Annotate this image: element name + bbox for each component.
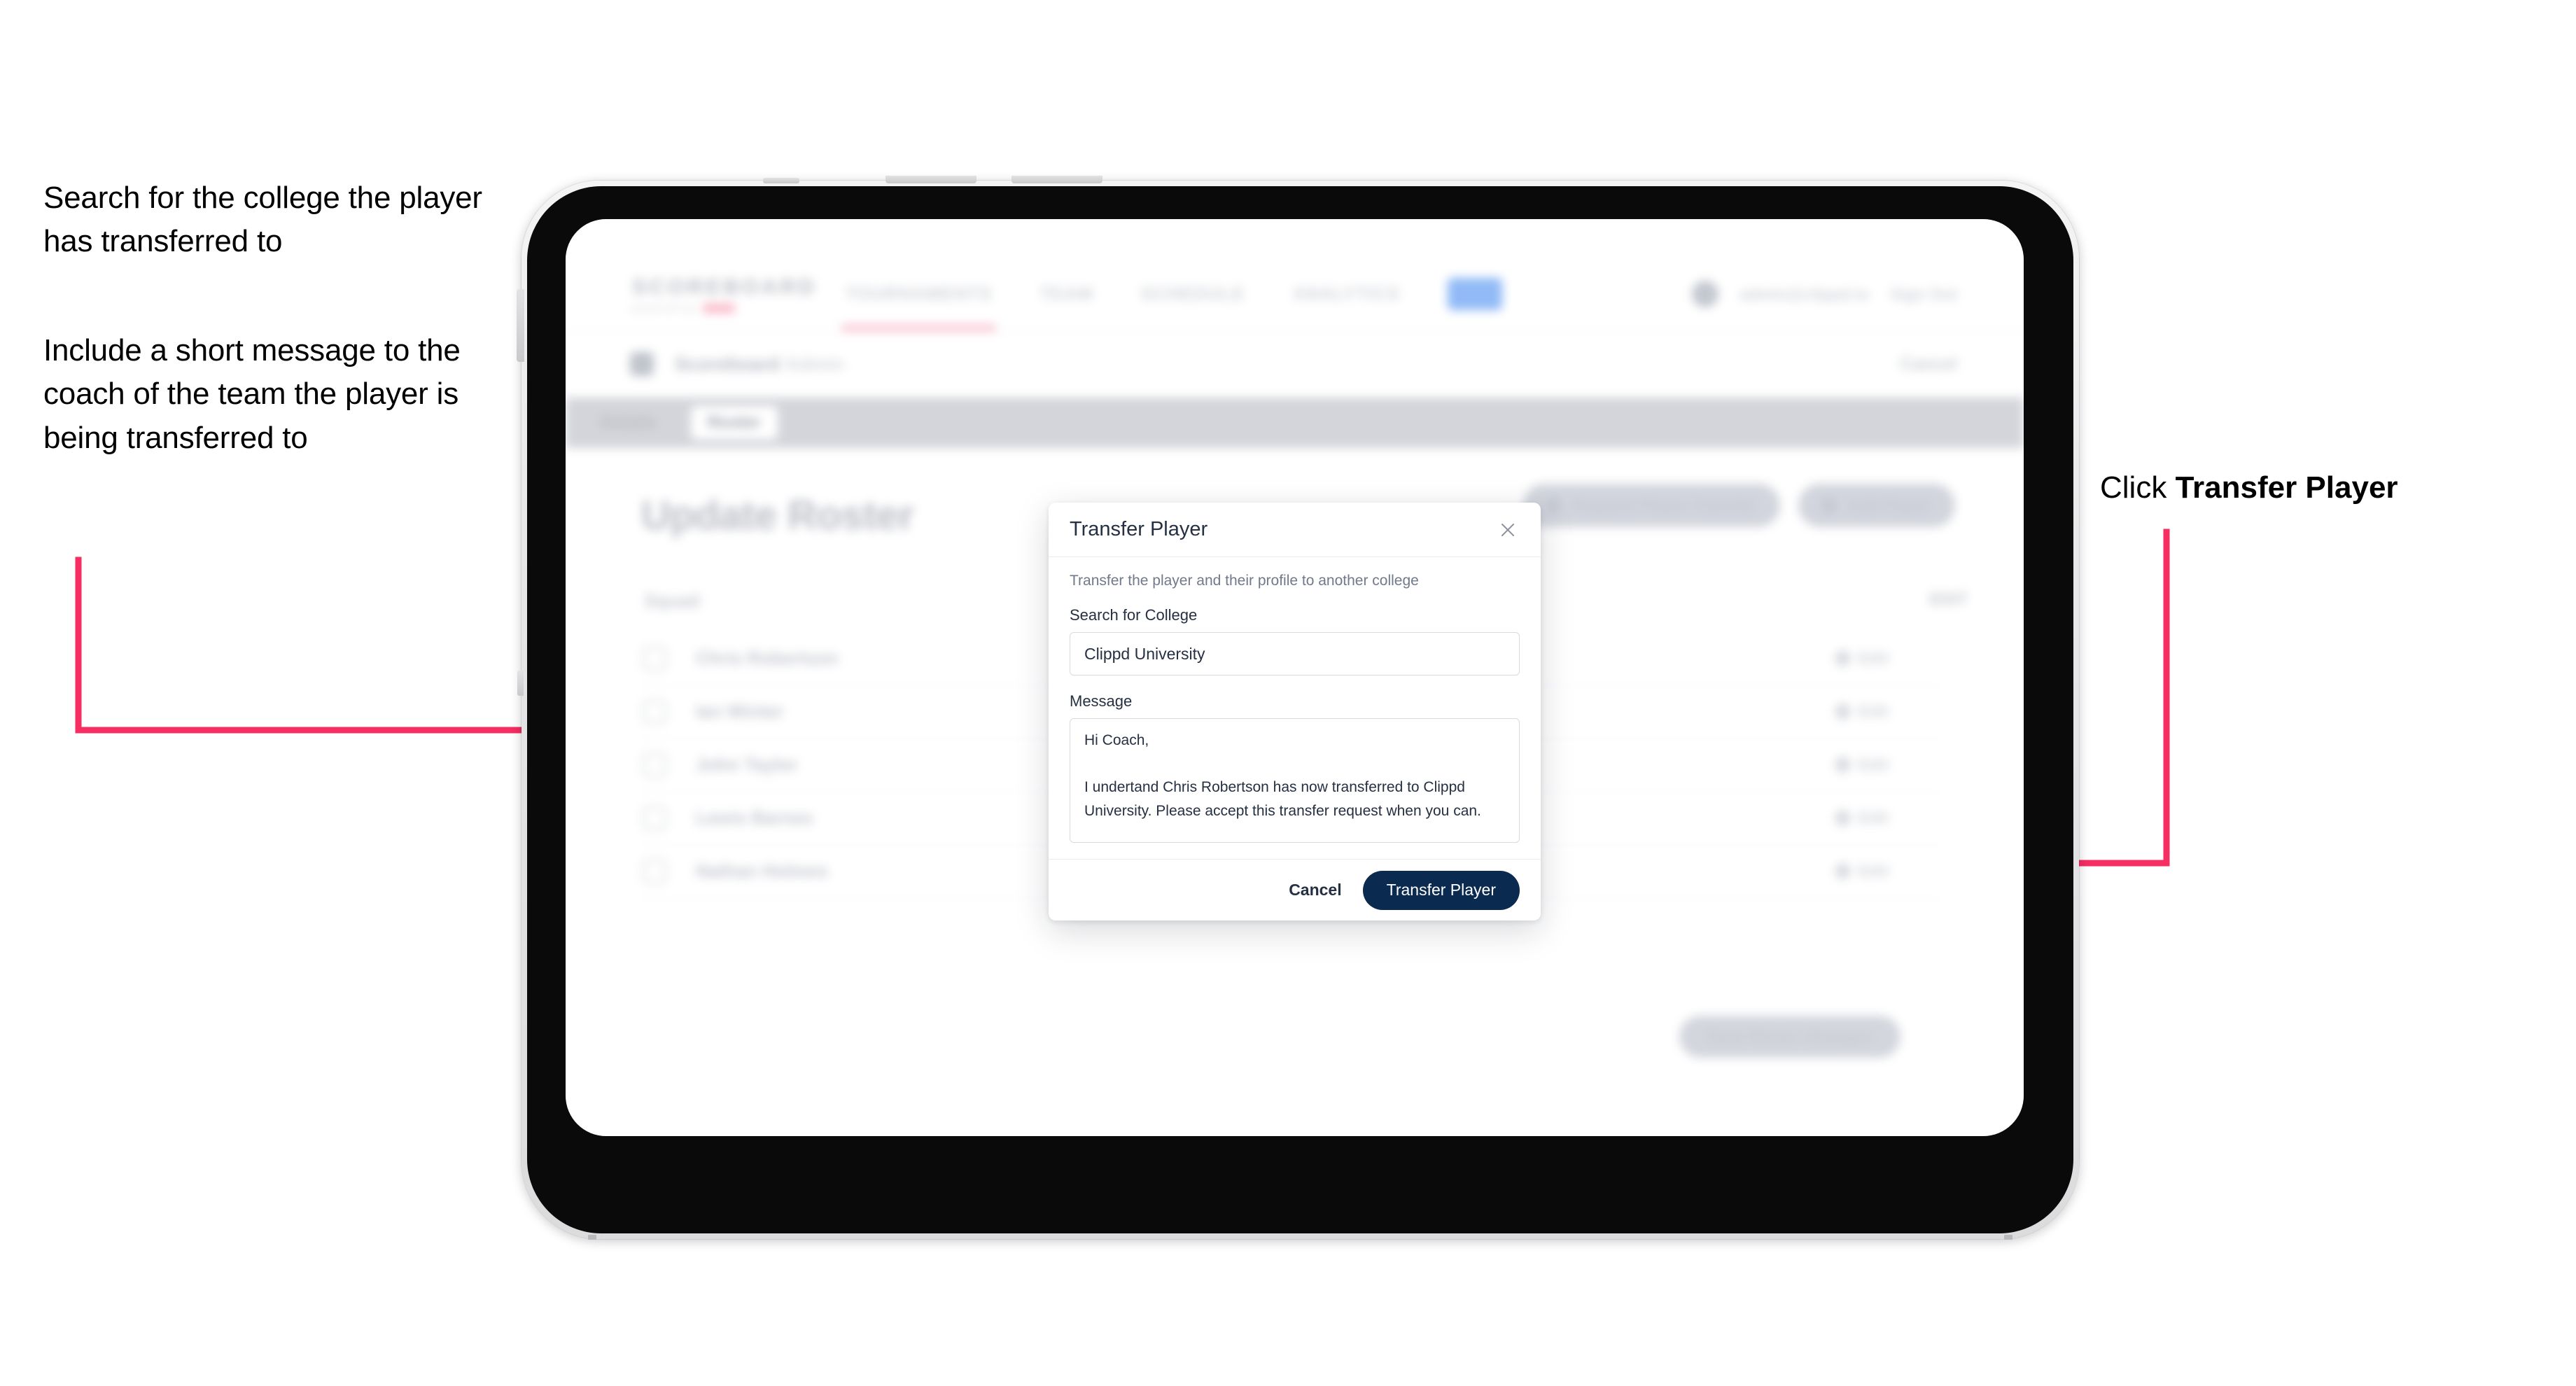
annotation-include-message: Include a short message to the coach of … — [43, 333, 461, 455]
college-field-label: Search for College — [1070, 606, 1198, 624]
modal-footer: Cancel Transfer Player — [1049, 859, 1541, 920]
transfer-player-button[interactable]: Transfer Player — [1362, 870, 1520, 910]
device-side-button[interactable] — [517, 671, 524, 696]
message-textarea[interactable] — [1070, 718, 1520, 843]
device-bottom-nub-right — [2004, 1235, 2012, 1240]
device-top-sensor — [763, 178, 799, 183]
close-icon[interactable] — [1496, 518, 1520, 542]
message-field-label: Message — [1070, 692, 1133, 710]
transfer-player-modal: Transfer Player Transfer the player and … — [1049, 503, 1541, 920]
search-college-input[interactable] — [1070, 632, 1520, 676]
device-volume-up-button[interactable] — [886, 176, 976, 183]
cancel-button[interactable]: Cancel — [1289, 881, 1341, 899]
annotation-search-college: Search for the college the player has tr… — [43, 181, 482, 259]
device-bottom-nub-left — [588, 1235, 596, 1240]
modal-body: Transfer the player and their profile to… — [1049, 557, 1541, 859]
modal-header: Transfer Player — [1049, 503, 1541, 557]
annotation-click-transfer: Click Transfer Player — [2100, 470, 2398, 505]
annotation-click-bold: Transfer Player — [2175, 470, 2398, 505]
screenshot-canvas: Search for the college the player has tr… — [0, 0, 2576, 1386]
modal-description: Transfer the player and their profile to… — [1070, 573, 1419, 589]
device-volume-down-button[interactable] — [1011, 176, 1102, 183]
annotation-click-prefix: Click — [2100, 470, 2176, 505]
modal-title: Transfer Player — [1070, 518, 1208, 540]
device-power-button[interactable] — [517, 289, 524, 362]
